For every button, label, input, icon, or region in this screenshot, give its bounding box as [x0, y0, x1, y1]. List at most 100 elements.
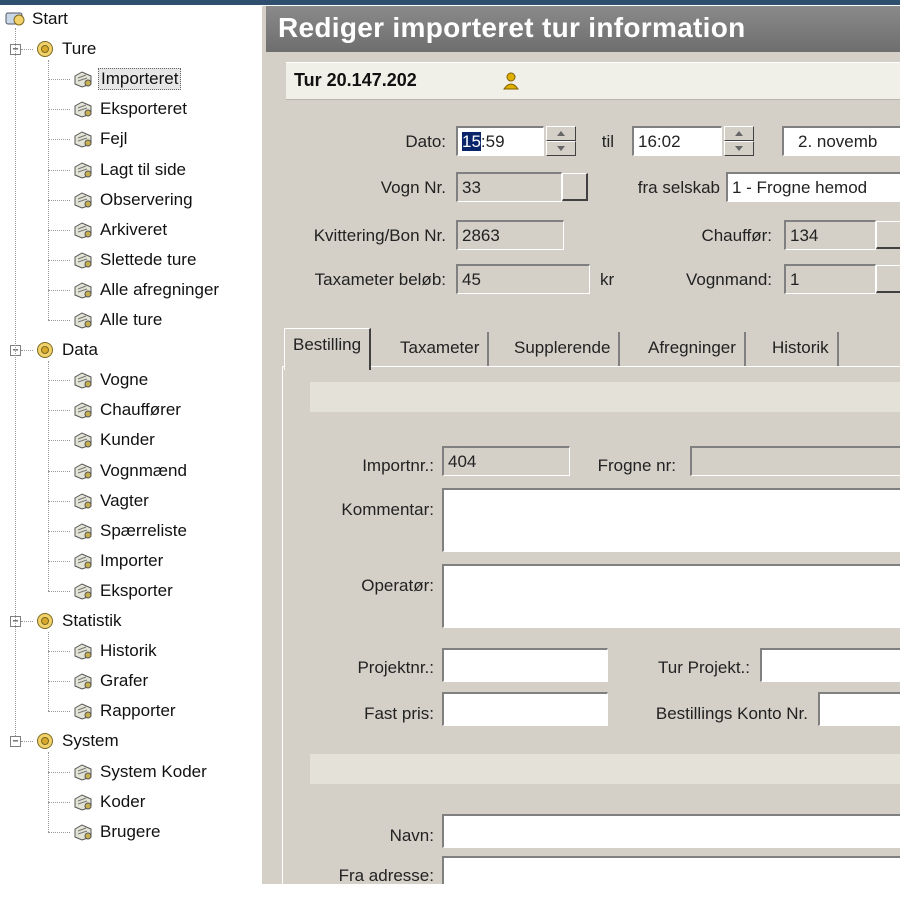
tree-item-lagt-til-side[interactable]: Lagt til side	[72, 159, 188, 181]
chauffor-lookup-button[interactable]	[876, 221, 900, 249]
kvittering-label: Kvittering/Bon Nr.	[313, 226, 446, 245]
tree-group-ture[interactable]: Ture	[34, 38, 98, 60]
set-aside-icon	[72, 161, 94, 179]
time-from-spinner[interactable]	[546, 126, 576, 156]
time-to-spinner[interactable]	[724, 126, 754, 156]
tree-item-slettede-ture[interactable]: Slettede ture	[72, 249, 198, 271]
operator-field[interactable]	[442, 564, 900, 628]
trip-title-bar: Tur 20.147.202	[286, 62, 900, 100]
tree-item-system-koder[interactable]: System Koder	[72, 761, 209, 783]
tree-connector	[48, 320, 70, 321]
tree-item-vogne[interactable]: Vogne	[72, 369, 150, 391]
tab-afregninger[interactable]: Afregninger	[640, 332, 746, 366]
vognmand-lookup-button[interactable]	[876, 265, 900, 293]
tree-connector	[15, 28, 16, 737]
import-icon	[72, 70, 94, 88]
tree-node-label: Statistik	[62, 611, 122, 630]
all-trips-icon	[72, 311, 94, 329]
selskab-field[interactable]: 1 - Frogne hemod	[726, 172, 900, 202]
tree-node-label: Observering	[100, 189, 193, 209]
tree-connector	[48, 380, 70, 382]
kr-label: kr	[600, 270, 615, 289]
tree-node-label: Importeret	[98, 68, 182, 91]
tur-projekt-field[interactable]	[760, 648, 900, 682]
kvittering-field[interactable]: 2863	[456, 220, 564, 250]
spin-down-icon[interactable]	[724, 141, 754, 156]
projektnr-field[interactable]	[442, 648, 608, 682]
fra-adresse-field[interactable]	[442, 856, 900, 884]
tree-item-eksporteret[interactable]: Eksporteret	[72, 98, 189, 120]
tree-connector	[48, 711, 70, 713]
tree-item-vognmænd[interactable]: Vognmænd	[72, 460, 189, 482]
tree-item-historik[interactable]: Historik	[72, 640, 159, 662]
tree-item-grafer[interactable]: Grafer	[72, 670, 150, 692]
tree-item-rapporter[interactable]: Rapporter	[72, 700, 178, 722]
tree-connector	[21, 350, 33, 352]
section-header-strip	[310, 754, 900, 784]
tree-item-observering[interactable]: Observering	[72, 189, 195, 211]
taxameter-field[interactable]: 45	[456, 264, 590, 294]
spin-down-icon[interactable]	[546, 141, 576, 156]
tree-connector	[48, 199, 70, 201]
tree-group-system[interactable]: System	[34, 730, 121, 752]
spin-up-icon[interactable]	[546, 126, 576, 141]
user-icon[interactable]	[501, 71, 521, 96]
time-to-field[interactable]: 16:02	[632, 126, 722, 156]
tree-root-start[interactable]: Start	[4, 8, 70, 30]
tree-node-label: Fejl	[100, 129, 128, 149]
tree-item-importer[interactable]: Importer	[72, 550, 165, 572]
tree-node-label: Kunder	[100, 430, 155, 450]
frogne-label: Frogne nr:	[597, 456, 676, 475]
tree-item-arkiveret[interactable]: Arkiveret	[72, 219, 169, 241]
tree-item-vagter[interactable]: Vagter	[72, 490, 151, 512]
folder-icon	[34, 40, 56, 58]
tree-item-alle-afregninger[interactable]: Alle afregninger	[72, 279, 221, 301]
kommentar-field[interactable]	[442, 488, 900, 552]
navn-field[interactable]	[442, 814, 900, 848]
tree-item-chauffører[interactable]: Chauffører	[72, 399, 183, 421]
tree-node-label: Alle ture	[100, 310, 163, 329]
tab-bestilling[interactable]: Bestilling	[284, 328, 372, 370]
tab-historik[interactable]: Historik	[764, 332, 839, 366]
frogne-field[interactable]	[690, 446, 900, 476]
tree-item-eksporter[interactable]: Eksporter	[72, 580, 175, 602]
tree-connector	[48, 632, 49, 712]
bestillings-konto-field[interactable]	[818, 692, 900, 726]
tree-item-fejl[interactable]: Fejl	[72, 128, 129, 150]
collapse-icon[interactable]: −	[10, 736, 21, 748]
import-data-icon	[72, 552, 94, 570]
tree-connector	[21, 49, 33, 51]
projektnr-label: Projektnr.:	[357, 658, 434, 677]
vogn-field[interactable]: 33	[456, 172, 562, 202]
tab-taxameter[interactable]: Taxameter	[392, 332, 490, 366]
tab-supplerende[interactable]: Supplerende	[506, 332, 621, 366]
tree-item-koder[interactable]: Koder	[72, 791, 147, 813]
tree-connector	[48, 560, 70, 562]
tree-group-statistik[interactable]: Statistik	[34, 610, 124, 632]
start-icon	[4, 10, 26, 28]
tree-connector	[48, 530, 70, 532]
tree-node-label: Koder	[100, 791, 146, 811]
chauffor-field[interactable]: 134	[784, 220, 876, 250]
vogn-lookup-button[interactable]	[562, 173, 588, 201]
tree-item-alle-ture[interactable]: Alle ture	[72, 309, 164, 331]
tree-node-label: Vagter	[100, 490, 149, 510]
tree-item-spærreliste[interactable]: Spærreliste	[72, 520, 189, 542]
vognmand-field[interactable]: 1	[784, 264, 876, 294]
tree-item-importeret[interactable]: Importeret	[72, 68, 182, 91]
tree-connector	[21, 741, 33, 743]
tree-group-data[interactable]: Data	[34, 339, 100, 361]
tree-item-kunder[interactable]: Kunder	[72, 429, 157, 451]
tree-node-label: System	[62, 731, 119, 751]
importnr-field[interactable]: 404	[442, 446, 570, 476]
spin-up-icon[interactable]	[724, 126, 754, 141]
tree-item-brugere[interactable]: Brugere	[72, 821, 162, 843]
panel-title: Rediger importeret tur information	[278, 12, 746, 43]
date-field[interactable]: 2. novemb	[782, 126, 900, 156]
tree-connector	[48, 109, 70, 111]
time-from-field[interactable]: 15:59	[456, 126, 544, 156]
tree-connector	[48, 289, 70, 291]
tree-connector	[48, 60, 49, 320]
tree-node-label: Data	[62, 340, 98, 360]
fast-pris-field[interactable]	[442, 692, 608, 726]
